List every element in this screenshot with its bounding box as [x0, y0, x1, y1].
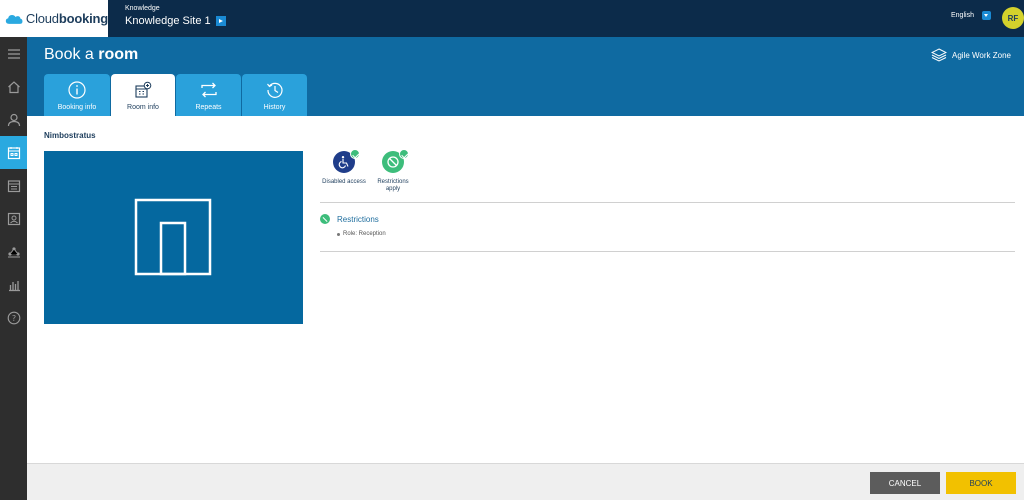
menu-icon: [7, 48, 20, 59]
wheelchair-icon: [338, 156, 349, 169]
cloud-icon: [5, 14, 23, 24]
tab-label: Booking info: [57, 104, 97, 111]
feature-icon-wrap: [382, 149, 409, 173]
feature-disabled-access: Disabled access: [318, 149, 370, 186]
sidebar: ?: [0, 37, 27, 500]
restrictions-header: Restrictions: [320, 214, 379, 224]
avatar[interactable]: RF: [1002, 7, 1024, 29]
sidebar-item-book-room[interactable]: [0, 136, 27, 169]
cancel-button[interactable]: CANCEL: [870, 472, 940, 494]
history-icon: [266, 82, 283, 98]
feature-label: Disabled access: [322, 179, 366, 185]
flow-icon: [7, 246, 20, 257]
calendar-book-icon: [7, 146, 20, 159]
door-icon: [134, 198, 212, 276]
layers-icon: [931, 48, 947, 62]
sidebar-item-user[interactable]: [0, 103, 27, 136]
feature-icon-wrap: [333, 149, 360, 173]
sidebar-item-help[interactable]: ?: [0, 301, 27, 334]
site-label: Knowledge: [125, 5, 160, 12]
home-icon: [7, 80, 20, 93]
user-icon: [7, 113, 20, 126]
language-label: English: [951, 12, 974, 19]
restrictions-title: Restrictions: [337, 214, 379, 224]
tab-repeats[interactable]: Repeats: [176, 74, 241, 116]
repeat-icon: [200, 82, 217, 98]
divider: [320, 251, 1015, 252]
feature-label: Restrictions apply: [377, 179, 409, 192]
room-info-icon: [135, 81, 152, 98]
language-selector[interactable]: English: [951, 11, 991, 20]
logo[interactable]: Cloudbooking: [0, 0, 108, 37]
sidebar-item-contacts[interactable]: [0, 202, 27, 235]
site-name: Knowledge Site 1: [125, 15, 211, 27]
contact-card-icon: [7, 212, 20, 225]
tab-label: History: [263, 104, 286, 111]
check-icon: [399, 149, 409, 159]
site-selector[interactable]: Knowledge Site 1: [125, 15, 226, 27]
sidebar-item-menu[interactable]: [0, 37, 27, 70]
tab-label: Repeats: [195, 104, 222, 111]
tab-label: Room info: [127, 104, 159, 111]
check-icon: [350, 149, 360, 159]
book-button[interactable]: BOOK: [946, 472, 1016, 494]
page-title: Book a room: [44, 46, 139, 63]
restricted-icon: [387, 156, 399, 168]
sidebar-item-bookings[interactable]: [0, 169, 27, 202]
sidebar-item-workflow[interactable]: [0, 235, 27, 268]
svg-text:?: ?: [11, 314, 15, 323]
chevron-right-icon[interactable]: [215, 16, 226, 26]
restriction-item: Role: Reception: [337, 231, 386, 237]
tab-booking-info[interactable]: Booking info: [44, 74, 110, 116]
bar-chart-icon: [8, 280, 20, 291]
logo-text: Cloudbooking: [25, 11, 108, 26]
zone-label[interactable]: Agile Work Zone: [931, 48, 1011, 62]
chevron-down-icon: [981, 11, 991, 20]
top-bar: Cloudbooking Knowledge Knowledge Site 1 …: [0, 0, 1024, 37]
room-name: Nimbostratus: [44, 131, 96, 140]
sidebar-item-home[interactable]: [0, 70, 27, 103]
restricted-icon: [320, 214, 330, 224]
divider: [320, 202, 1015, 203]
room-image: [44, 151, 303, 324]
info-icon: [68, 81, 86, 99]
zone-name: Agile Work Zone: [952, 50, 1011, 60]
tab-history[interactable]: History: [242, 74, 307, 116]
feature-restrictions: Restrictions apply: [367, 149, 419, 193]
help-icon: ?: [7, 311, 20, 324]
calendar-list-icon: [7, 179, 20, 192]
sidebar-item-reports[interactable]: [0, 268, 27, 301]
tab-room-info[interactable]: Room info: [111, 74, 175, 116]
